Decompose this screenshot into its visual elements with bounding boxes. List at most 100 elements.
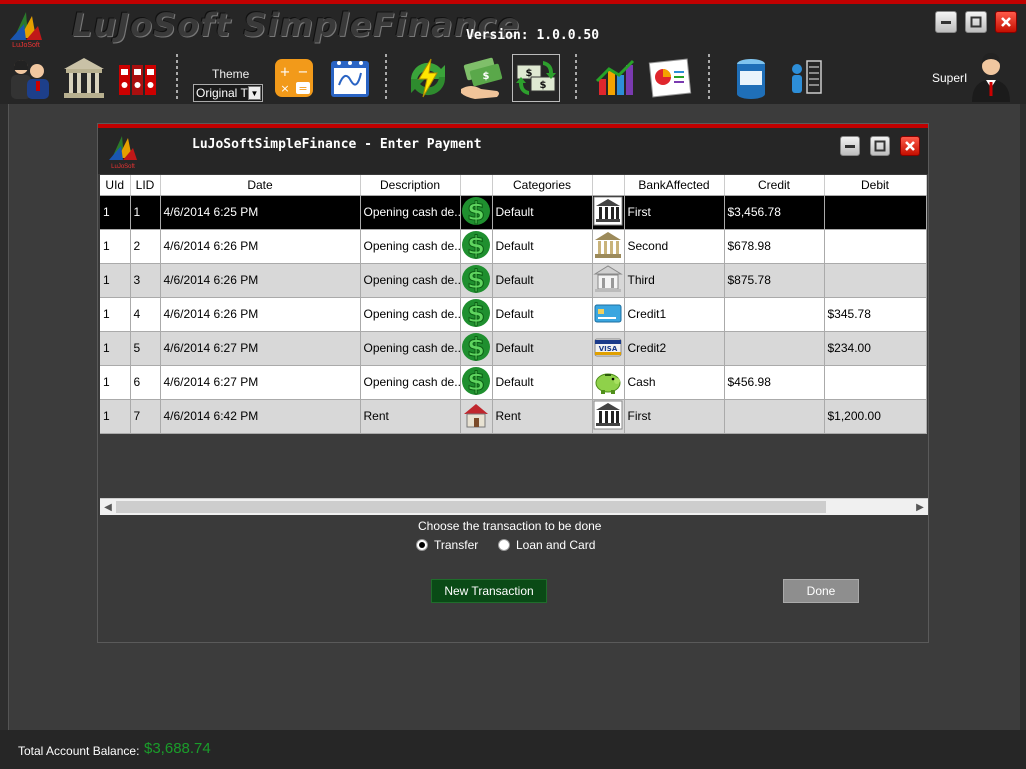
lid-cell[interactable]: 4: [130, 297, 161, 332]
column-header-bank-affected[interactable]: BankAffected: [624, 175, 725, 196]
calendar-button[interactable]: [326, 54, 374, 102]
uid-cell[interactable]: 1: [100, 297, 131, 332]
description-cell[interactable]: Opening cash de...: [360, 195, 461, 230]
uid-cell[interactable]: 1: [100, 229, 131, 264]
column-header-categories[interactable]: Categories: [492, 175, 593, 196]
date-cell[interactable]: 4/6/2014 6:25 PM: [160, 195, 361, 230]
bank-button[interactable]: [60, 54, 108, 102]
report-button[interactable]: [646, 54, 694, 102]
credit-cell[interactable]: $678.98: [724, 229, 825, 264]
lid-cell[interactable]: 2: [130, 229, 161, 264]
date-cell[interactable]: 4/6/2014 6:26 PM: [160, 229, 361, 264]
category-cell[interactable]: Default: [492, 263, 593, 298]
table-row[interactable]: 1 4 4/6/2014 6:26 PM Opening cash de... $ Def…: [100, 297, 927, 332]
horizontal-scrollbar[interactable]: ◀ ▶: [100, 498, 928, 515]
category-icon-cell[interactable]: $: [460, 229, 493, 264]
chart-button[interactable]: [592, 54, 640, 102]
uid-cell[interactable]: 1: [100, 365, 131, 400]
column-header-debit[interactable]: Debit: [824, 175, 927, 196]
lid-cell[interactable]: 5: [130, 331, 161, 366]
category-cell[interactable]: Default: [492, 365, 593, 400]
calculator-button[interactable]: + − × =: [270, 54, 318, 102]
credit-cell[interactable]: [724, 331, 825, 366]
category-icon-cell[interactable]: $: [460, 263, 493, 298]
maximize-button[interactable]: [965, 11, 987, 33]
column-header-lid[interactable]: LID: [130, 175, 161, 196]
table-row[interactable]: 1 6 4/6/2014 6:27 PM Opening cash de... $ Def…: [100, 365, 927, 400]
uid-cell[interactable]: 1: [100, 331, 131, 366]
credit-cell[interactable]: [724, 297, 825, 332]
column-header-date[interactable]: Date: [160, 175, 361, 196]
bank-cell[interactable]: Credit2: [624, 331, 725, 366]
category-cell[interactable]: Rent: [492, 399, 593, 434]
debit-cell[interactable]: [824, 263, 927, 298]
date-cell[interactable]: 4/6/2014 6:27 PM: [160, 365, 361, 400]
dialog-close-button[interactable]: [900, 136, 920, 156]
credit-cell[interactable]: $456.98: [724, 365, 825, 400]
uid-cell[interactable]: 1: [100, 399, 131, 434]
table-row[interactable]: 1 3 4/6/2014 6:26 PM Opening cash de... $ Def…: [100, 263, 927, 298]
payment-button[interactable]: $: [458, 54, 506, 102]
database-button[interactable]: [727, 54, 775, 102]
transfer-radio[interactable]: Transfer: [416, 538, 478, 552]
date-cell[interactable]: 4/6/2014 6:26 PM: [160, 263, 361, 298]
table-row[interactable]: 1 5 4/6/2014 6:27 PM Opening cash de... $ Def…: [100, 331, 927, 366]
category-icon-cell[interactable]: [460, 399, 493, 434]
bank-cell[interactable]: First: [624, 399, 725, 434]
debit-cell[interactable]: [824, 229, 927, 264]
binders-button[interactable]: [114, 54, 162, 102]
theme-dropdown[interactable]: Original Th ▼: [193, 84, 263, 102]
uid-cell[interactable]: 1: [100, 195, 131, 230]
category-cell[interactable]: Default: [492, 297, 593, 332]
category-cell[interactable]: Default: [492, 195, 593, 230]
credit-cell[interactable]: [724, 399, 825, 434]
scrollbar-thumb[interactable]: [116, 501, 826, 513]
description-cell[interactable]: Opening cash de...: [360, 331, 461, 366]
column-header-description[interactable]: Description: [360, 175, 461, 196]
left-splitter[interactable]: [0, 104, 9, 730]
debit-cell[interactable]: $345.78: [824, 297, 927, 332]
scroll-right-icon[interactable]: ▶: [913, 500, 927, 514]
table-row[interactable]: 1 1 4/6/2014 6:25 PM Opening cash de... $ Def…: [100, 195, 927, 230]
money-exchange-button[interactable]: $ $: [512, 54, 560, 102]
transfer-button[interactable]: [404, 54, 452, 102]
debit-cell[interactable]: $1,200.00: [824, 399, 927, 434]
column-header-category-icon[interactable]: [460, 175, 493, 196]
description-cell[interactable]: Opening cash de...: [360, 297, 461, 332]
users-button[interactable]: [6, 54, 54, 102]
date-cell[interactable]: 4/6/2014 6:26 PM: [160, 297, 361, 332]
credit-cell[interactable]: $3,456.78: [724, 195, 825, 230]
bank-cell[interactable]: Cash: [624, 365, 725, 400]
lid-cell[interactable]: 1: [130, 195, 161, 230]
credit-cell[interactable]: $875.78: [724, 263, 825, 298]
column-header-uid[interactable]: UId: [100, 175, 131, 196]
bank-cell[interactable]: Third: [624, 263, 725, 298]
date-cell[interactable]: 4/6/2014 6:42 PM: [160, 399, 361, 434]
done-button[interactable]: Done: [783, 579, 859, 603]
bank-icon-cell[interactable]: [592, 399, 625, 434]
bank-icon-cell[interactable]: [592, 195, 625, 230]
category-cell[interactable]: Default: [492, 331, 593, 366]
description-cell[interactable]: Rent: [360, 399, 461, 434]
bank-cell[interactable]: Second: [624, 229, 725, 264]
avatar[interactable]: [968, 52, 1014, 102]
table-row[interactable]: 1 2 4/6/2014 6:26 PM Opening cash de... $ Def…: [100, 229, 927, 264]
debit-cell[interactable]: [824, 195, 927, 230]
column-header-bank-icon[interactable]: [592, 175, 625, 196]
category-icon-cell[interactable]: $: [460, 331, 493, 366]
admin-button[interactable]: [782, 54, 830, 102]
category-cell[interactable]: Default: [492, 229, 593, 264]
bank-icon-cell[interactable]: [592, 229, 625, 264]
description-cell[interactable]: Opening cash de...: [360, 229, 461, 264]
category-icon-cell[interactable]: $: [460, 195, 493, 230]
column-header-credit[interactable]: Credit: [724, 175, 825, 196]
date-cell[interactable]: 4/6/2014 6:27 PM: [160, 331, 361, 366]
new-transaction-button[interactable]: New Transaction: [431, 579, 547, 603]
bank-cell[interactable]: First: [624, 195, 725, 230]
close-button[interactable]: [995, 11, 1017, 33]
category-icon-cell[interactable]: $: [460, 365, 493, 400]
dialog-minimize-button[interactable]: [840, 136, 860, 156]
bank-icon-cell[interactable]: [592, 297, 625, 332]
description-cell[interactable]: Opening cash de...: [360, 263, 461, 298]
loan-and-card-radio[interactable]: Loan and Card: [498, 538, 595, 552]
